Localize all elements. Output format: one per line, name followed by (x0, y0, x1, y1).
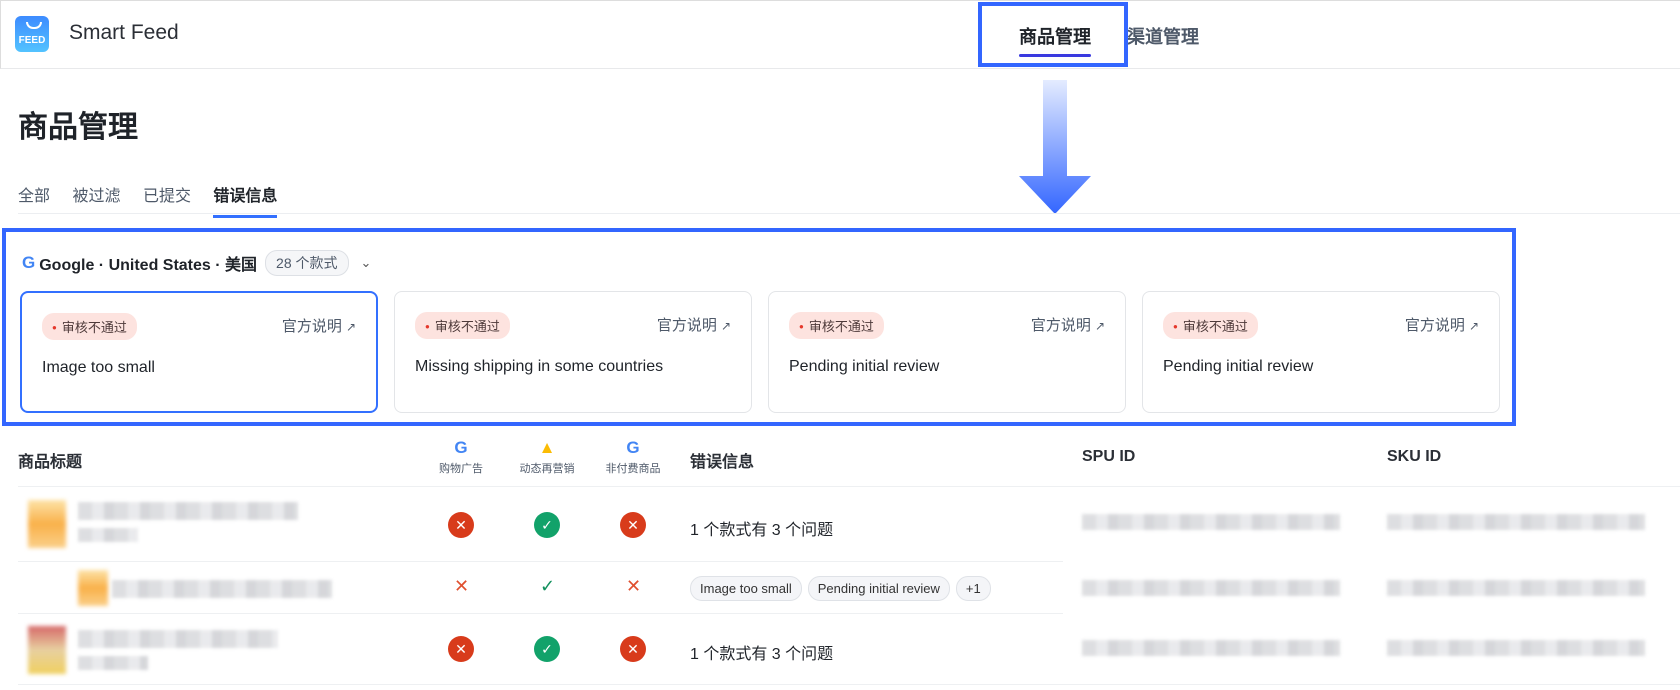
spu-id-redacted (1082, 580, 1340, 596)
feed-logo-icon: FEED (15, 16, 49, 52)
error-summary: 1 个款式有 3 个问题 (690, 522, 834, 539)
tab-filtered[interactable]: 被过滤 (72, 182, 120, 215)
link-label: 官方说明 (1404, 317, 1465, 334)
sku-id-redacted (1387, 580, 1645, 596)
product-subtitle-redacted (78, 656, 148, 670)
top-bar: FEED Smart Feed 商品管理 渠道管理 (0, 0, 1680, 69)
error-card[interactable]: 审核不通过 官方说明↗ Pending initial review (1142, 291, 1500, 413)
error-summary-panel: G Google · United States · 美国 28 个款式 ⌄ 审… (2, 228, 1516, 426)
product-thumbnail (78, 570, 108, 606)
fail-icon: ✕ (448, 512, 474, 538)
col-spu-id: SPU ID (1082, 448, 1136, 465)
source-label: Google · United States · 美国 (39, 257, 258, 274)
source-selector[interactable]: G Google · United States · 美国 28 个款式 ⌄ (22, 250, 371, 276)
product-title-redacted (78, 630, 278, 648)
error-reason: Pending initial review (1163, 358, 1314, 375)
col-label: 非付费商品 (605, 463, 661, 475)
col-label: 动态再营销 (519, 463, 575, 475)
error-chips: Image too small Pending initial review +1 (690, 576, 997, 601)
col-title: 商品标题 (18, 454, 83, 471)
tab-submitted[interactable]: 已提交 (143, 182, 191, 215)
official-docs-link[interactable]: 官方说明 ↗ (1405, 314, 1479, 335)
highlight-box-nav (978, 2, 1128, 67)
official-docs-link[interactable]: 官方说明 ↗ (657, 314, 731, 335)
sku-id-redacted (1387, 640, 1645, 656)
error-reason: Image too small (42, 359, 155, 376)
tab-errors[interactable]: 错误信息 (213, 182, 278, 218)
pass-icon: ✓ (540, 576, 556, 596)
error-summary: 1 个款式有 3 个问题 (690, 646, 834, 663)
status-badge: 审核不通过 (1163, 312, 1258, 339)
error-card[interactable]: 审核不通过 官方说明↗ Pending initial review (768, 291, 1126, 413)
spu-id-redacted (1082, 640, 1340, 656)
external-link-icon: ↗ (345, 320, 356, 334)
official-docs-link[interactable]: 官方说明 ↗ (282, 315, 356, 336)
chevron-down-icon[interactable]: ⌄ (361, 255, 372, 271)
sku-id-redacted (1387, 514, 1645, 530)
tab-all[interactable]: 全部 (18, 182, 50, 215)
fail-icon: ✕ (448, 636, 474, 662)
pass-icon: ✓ (534, 512, 560, 538)
error-chip[interactable]: Pending initial review (807, 576, 950, 601)
link-label: 官方说明 (1030, 317, 1091, 334)
status-badge: 审核不通过 (415, 312, 510, 339)
col-dynamic-remarketing: ▲ 动态再营销 (507, 438, 587, 476)
link-label: 官方说明 (281, 318, 342, 335)
fail-icon: ✕ (454, 576, 470, 596)
nav-channel-management[interactable]: 渠道管理 (1127, 23, 1199, 49)
official-docs-link[interactable]: 官方说明 ↗ (1031, 314, 1105, 335)
spu-id-redacted (1082, 514, 1340, 530)
variant-title-redacted (112, 580, 332, 598)
google-icon: G (626, 438, 640, 457)
col-label: 购物广告 (439, 463, 483, 475)
product-thumbnail (28, 500, 66, 548)
pass-icon: ✓ (534, 636, 560, 662)
col-sku-id: SKU ID (1387, 448, 1442, 465)
error-chip[interactable]: Image too small (690, 576, 802, 601)
google-ads-icon: ▲ (538, 438, 556, 457)
variant-count-badge: 28 个款式 (265, 250, 349, 276)
col-shopping-ads: G 购物广告 (421, 438, 501, 476)
tab-bar: 全部 被过滤 已提交 错误信息 (18, 182, 1680, 218)
external-link-icon: ↗ (1094, 319, 1105, 333)
error-reason: Missing shipping in some countries (415, 358, 664, 375)
external-link-icon: ↗ (720, 319, 731, 333)
google-icon: G (22, 253, 36, 272)
page-title: 商品管理 (18, 111, 138, 144)
link-label: 官方说明 (656, 317, 717, 334)
error-reason: Pending initial review (789, 358, 940, 375)
product-subtitle-redacted (78, 528, 138, 542)
error-card[interactable]: 审核不通过 官方说明↗ Image too small (20, 291, 378, 413)
status-badge: 审核不通过 (789, 312, 884, 339)
app-name: Smart Feed (69, 21, 179, 44)
external-link-icon: ↗ (1468, 319, 1479, 333)
col-error: 错误信息 (690, 454, 755, 471)
more-errors-chip[interactable]: +1 (955, 576, 991, 601)
product-thumbnail (28, 626, 66, 674)
error-card[interactable]: 审核不通过 官方说明↗ Missing shipping in some cou… (394, 291, 752, 413)
product-title-redacted (78, 502, 298, 520)
google-icon: G (454, 438, 468, 457)
col-free-listings: G 非付费商品 (593, 438, 673, 476)
fail-icon: ✕ (620, 636, 646, 662)
status-badge: 审核不通过 (42, 313, 137, 340)
fail-icon: ✕ (626, 576, 642, 596)
fail-icon: ✕ (620, 512, 646, 538)
